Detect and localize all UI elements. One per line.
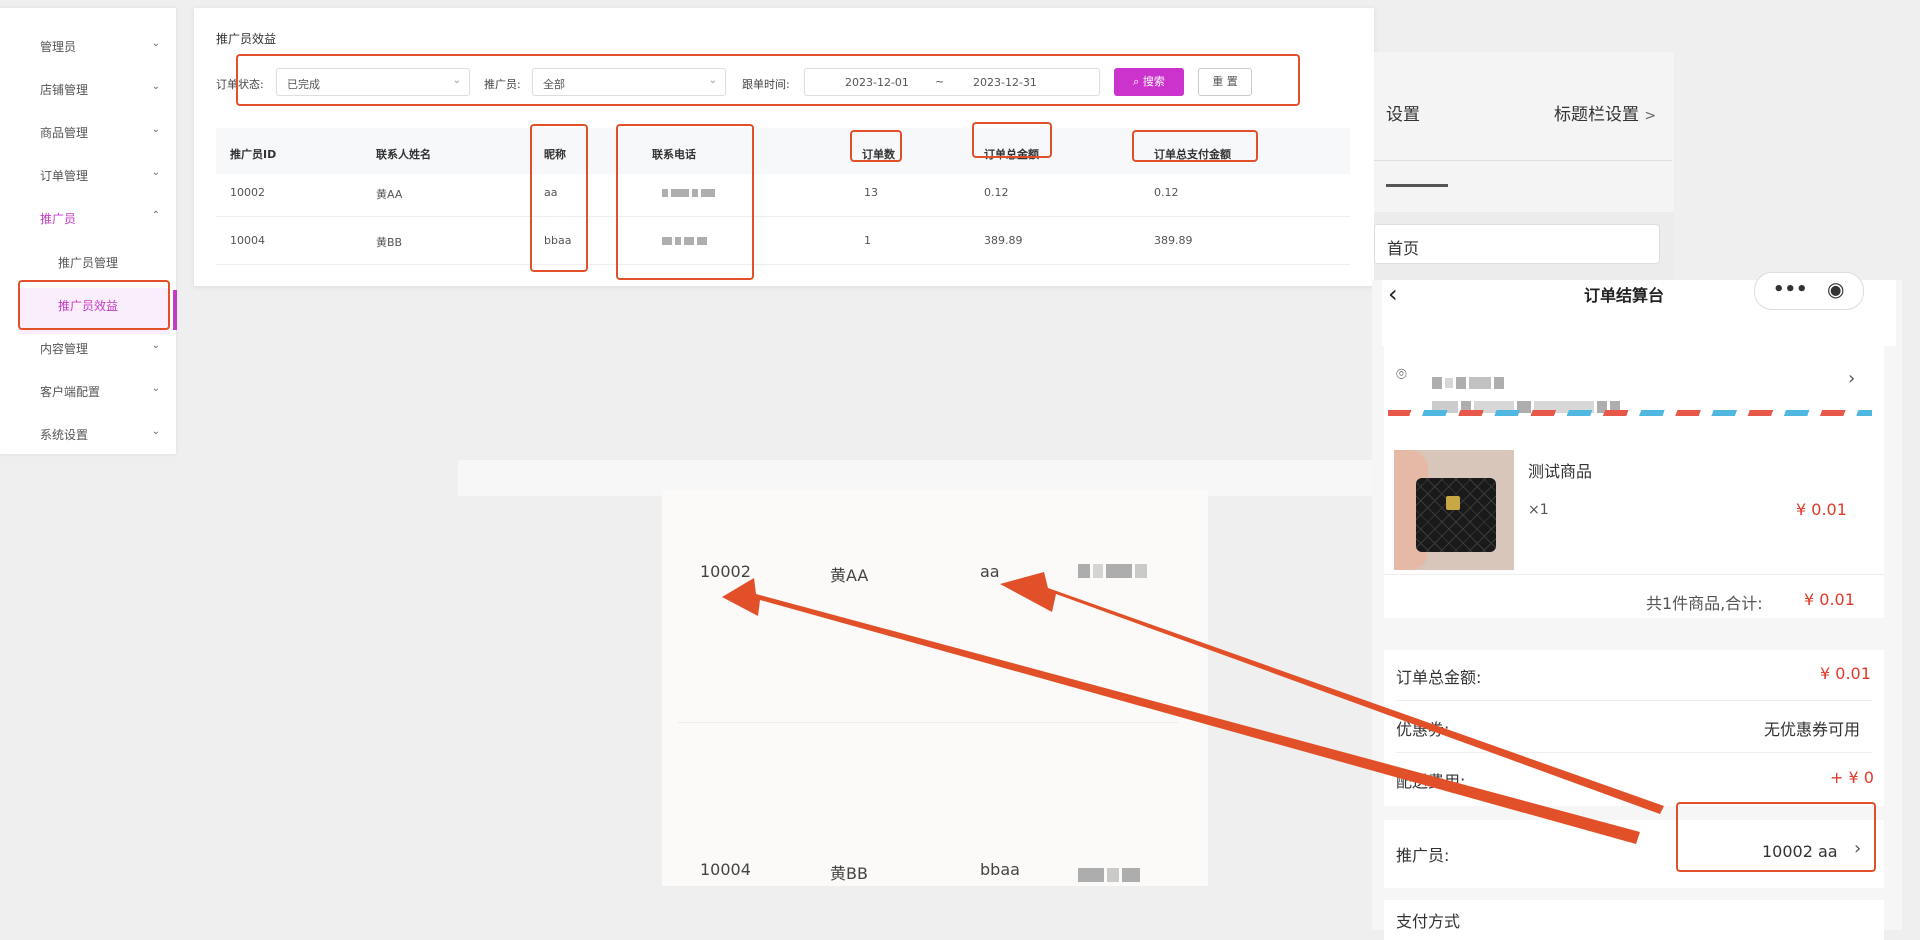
annotation-arrows [722,572,1664,844]
arrow-to-promoter-id [722,578,1640,844]
